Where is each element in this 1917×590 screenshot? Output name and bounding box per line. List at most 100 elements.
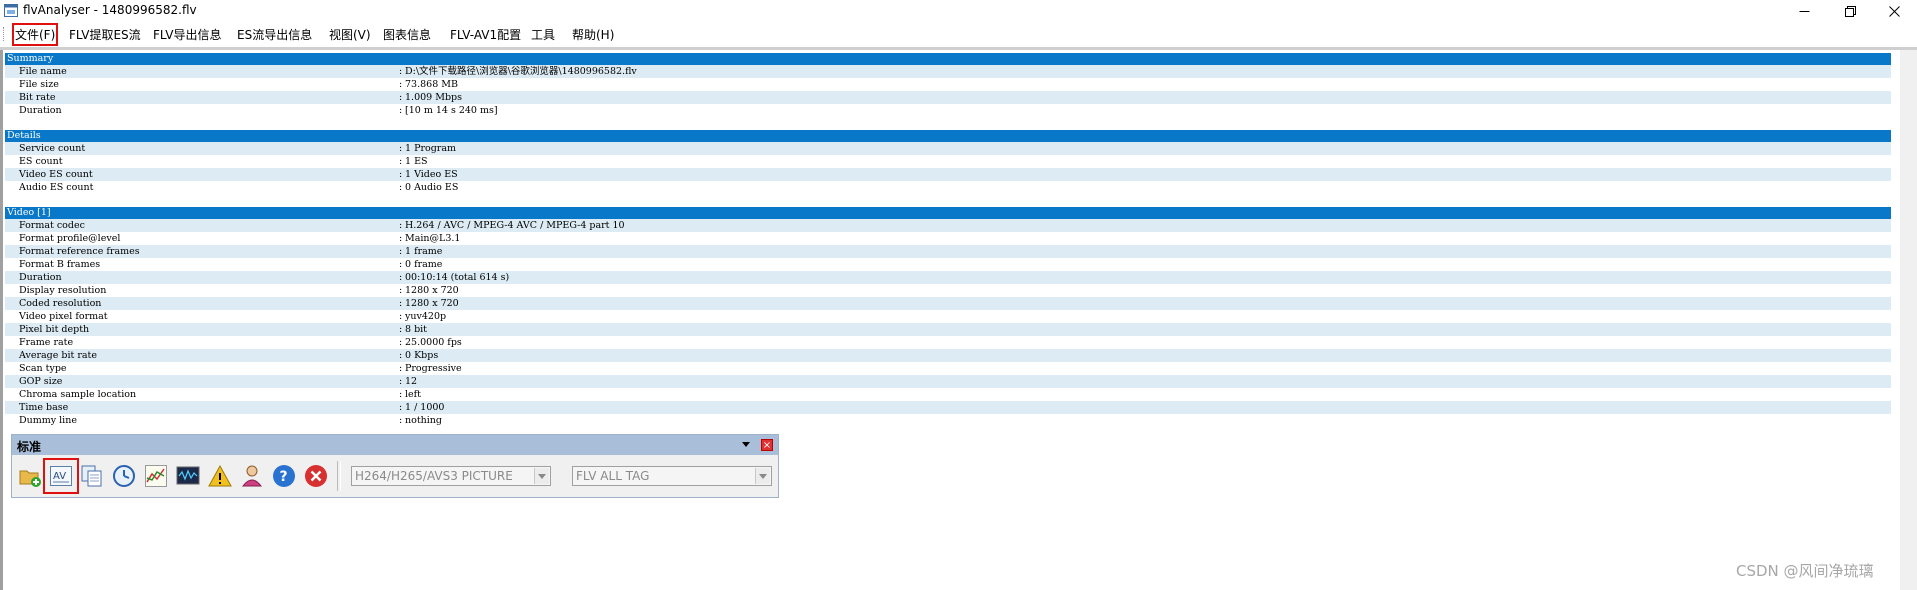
info-row: Format reference frames:1 frame <box>5 245 1891 258</box>
info-value: 1 ES <box>405 156 428 167</box>
info-key: Dummy line <box>19 415 77 426</box>
info-row: Time base:1 / 1000 <box>5 401 1891 414</box>
title-bar: flvAnalyser - 1480996582.flv <box>0 0 1917 22</box>
section-header: Details <box>5 130 1891 142</box>
info-value: left <box>405 389 421 400</box>
info-row: Pixel bit depth:8 bit <box>5 323 1891 336</box>
toolbar-options-icon[interactable] <box>742 442 750 447</box>
key-value-colon: : <box>399 259 403 270</box>
key-value-colon: : <box>399 298 403 309</box>
menu-grip <box>3 27 6 41</box>
info-row: Duration:00:10:14 (total 614 s) <box>5 271 1891 284</box>
menu-flv-export-info[interactable]: FLV导出信息 <box>153 26 221 43</box>
key-value-colon: : <box>399 233 403 244</box>
toolbar-title: 标准 <box>17 440 42 454</box>
tag-type-value: FLV ALL TAG <box>576 469 650 483</box>
svg-text:AV: AV <box>53 471 66 482</box>
info-row: File name: D:\文件下载路径\浏览器\谷歌浏览器\1480996582… <box>5 65 1891 78</box>
info-row: Frame rate:25.0000 fps <box>5 336 1891 349</box>
tag-type-select[interactable]: FLV ALL TAG <box>572 466 772 486</box>
menu-tools[interactable]: 工具 <box>531 26 555 43</box>
menu-flv-extract-es[interactable]: FLV提取ES流 <box>69 26 141 43</box>
menu-flv-av1-config[interactable]: FLV-AV1配置 <box>450 26 521 43</box>
menu-help[interactable]: 帮助(H) <box>572 26 614 43</box>
info-key: ES count <box>19 156 63 167</box>
picture-type-select[interactable]: H264/H265/AVS3 PICTURE <box>351 466 551 486</box>
key-value-colon: : <box>399 272 403 283</box>
toolbar-separator <box>337 461 341 491</box>
spacer-row <box>5 194 1891 207</box>
chevron-down-icon[interactable] <box>755 468 770 484</box>
info-key: Scan type <box>19 363 67 374</box>
info-value: [10 m 14 s 240 ms] <box>405 105 498 116</box>
stop-icon[interactable] <box>304 464 328 488</box>
info-row: GOP size:12 <box>5 375 1891 388</box>
info-row: ES count:1 ES <box>5 155 1891 168</box>
info-value: 73.868 MB <box>405 79 458 90</box>
key-value-colon: : <box>399 246 403 257</box>
help-icon[interactable]: ? <box>272 464 296 488</box>
key-value-colon: : <box>399 324 403 335</box>
av-icon[interactable]: AV <box>43 458 79 494</box>
key-value-colon: : <box>399 311 403 322</box>
info-value: 1280 x 720 <box>405 285 459 296</box>
key-value-colon: : <box>399 105 403 116</box>
menu-es-export-info[interactable]: ES流导出信息 <box>237 26 312 43</box>
info-value: 1 frame <box>405 246 443 257</box>
info-value: 1 / 1000 <box>405 402 445 413</box>
info-value: 1 Video ES <box>405 169 458 180</box>
menu-chart-info[interactable]: 图表信息 <box>383 26 431 43</box>
waveform-icon[interactable] <box>176 464 200 488</box>
info-row: Bit rate:1.009 Mbps <box>5 91 1891 104</box>
info-key: Display resolution <box>19 285 107 296</box>
section-header: Summary <box>5 53 1891 65</box>
info-row: Coded resolution:1280 x 720 <box>5 297 1891 310</box>
key-value-colon: : <box>399 350 403 361</box>
user-icon[interactable] <box>240 464 264 488</box>
standard-toolbar: 标准 × AV ? H264/H265/AVS3 PICTURE FLV ALL… <box>11 434 779 498</box>
toolbar-close-icon[interactable]: × <box>761 439 773 451</box>
info-row: Video pixel format: yuv420p <box>5 310 1891 323</box>
info-row: Scan type: Progressive <box>5 362 1891 375</box>
copy-icon[interactable] <box>80 464 104 488</box>
info-row: Display resolution:1280 x 720 <box>5 284 1891 297</box>
restore-button[interactable] <box>1827 0 1873 22</box>
clock-icon[interactable] <box>112 464 136 488</box>
info-value: 00:10:14 (total 614 s) <box>405 272 510 283</box>
info-key: Chroma sample location <box>19 389 137 400</box>
menu-bar: 文件(F) FLV提取ES流 FLV导出信息 ES流导出信息 视图(V) 图表信… <box>0 22 1917 48</box>
key-value-colon: : <box>399 182 403 193</box>
key-value-colon: : <box>399 285 403 296</box>
app-icon <box>4 4 18 17</box>
info-row: Chroma sample location: left <box>5 388 1891 401</box>
info-value: 1.009 Mbps <box>405 92 462 103</box>
menu-view[interactable]: 视图(V) <box>329 26 371 43</box>
minimize-button[interactable] <box>1781 0 1827 22</box>
key-value-colon: : <box>399 337 403 348</box>
info-key: Video pixel format <box>19 311 108 322</box>
info-value: 0 frame <box>405 259 443 270</box>
menu-separator <box>0 47 1917 50</box>
window-title: flvAnalyser - 1480996582.flv <box>23 3 197 17</box>
info-key: Audio ES count <box>19 182 94 193</box>
info-value: 12 <box>405 376 418 387</box>
chevron-down-icon[interactable] <box>534 468 549 484</box>
picture-type-value: H264/H265/AVS3 PICTURE <box>355 469 513 483</box>
info-row: Average bit rate:0 Kbps <box>5 349 1891 362</box>
info-row: Service count:1 Program <box>5 142 1891 155</box>
info-value: Progressive <box>405 363 462 374</box>
info-key: Format profile@level <box>19 233 121 244</box>
info-row: Video ES count:1 Video ES <box>5 168 1891 181</box>
key-value-colon: : <box>399 389 403 400</box>
warning-icon[interactable] <box>208 464 232 488</box>
info-row: Format B frames:0 frame <box>5 258 1891 271</box>
vertical-scrollbar[interactable] <box>1900 50 1917 590</box>
open-file-icon[interactable] <box>18 464 42 488</box>
key-value-colon: : <box>399 220 403 231</box>
line-chart-icon[interactable] <box>144 464 168 488</box>
watermark: CSDN @风间净琉璃 <box>1736 562 1874 580</box>
menu-file[interactable]: 文件(F) <box>11 23 59 46</box>
close-window-button[interactable] <box>1871 0 1917 22</box>
close-icon <box>1888 5 1900 17</box>
toolbar-title-bar[interactable]: 标准 × <box>12 435 778 455</box>
